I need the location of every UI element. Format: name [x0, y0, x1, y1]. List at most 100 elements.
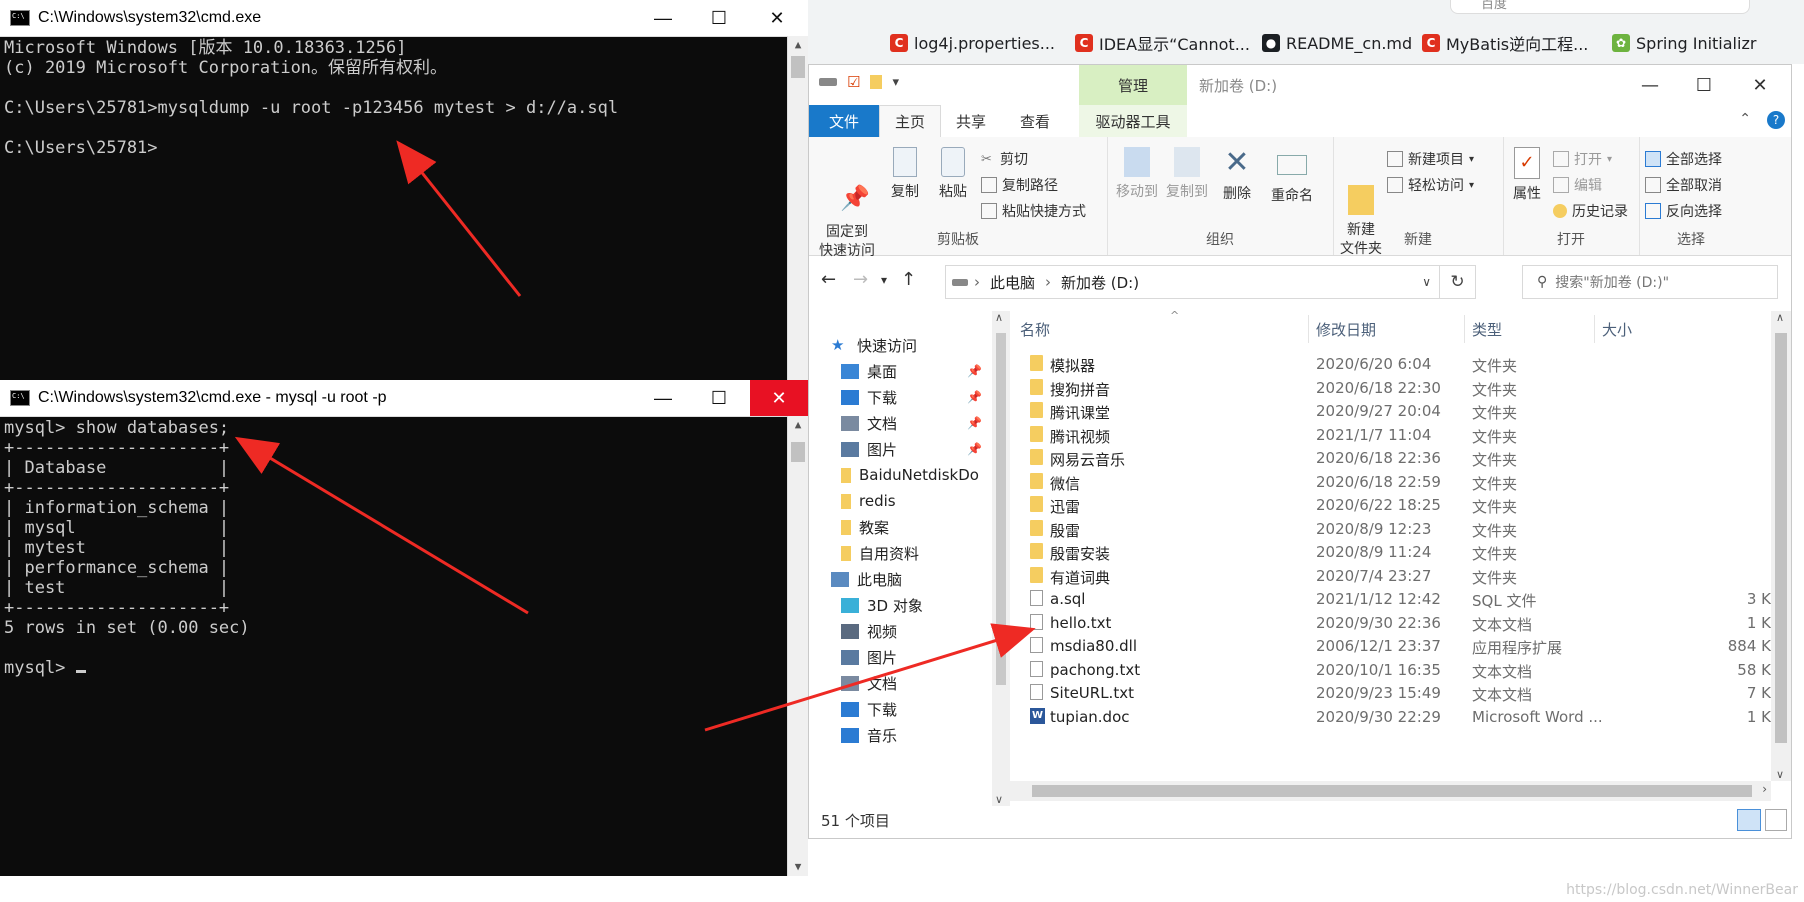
close-button[interactable]: ✕ — [748, 0, 806, 36]
new-item-button[interactable]: 新建项目 ▾ — [1387, 149, 1474, 169]
tab-home[interactable]: 主页 — [879, 105, 941, 137]
browser-search-box[interactable]: 百度 — [1450, 0, 1750, 14]
close-button[interactable]: ✕ — [1731, 67, 1789, 103]
documents-icon — [841, 675, 859, 691]
cmd-titlebar[interactable]: C:\Windows\system32\cmd.exe - mysql -u r… — [0, 380, 808, 417]
scroll-thumb[interactable] — [791, 56, 805, 78]
cmd-output[interactable]: mysql> show databases; +-----------------… — [0, 416, 788, 876]
cmd-window-mysqldump[interactable]: C:\Windows\system32\cmd.exe — ☐ ✕ Micros… — [0, 0, 808, 380]
nav-item[interactable]: 此电脑 — [809, 565, 992, 593]
back-arrow-icon[interactable]: ← — [821, 269, 836, 290]
nav-item[interactable]: 图片 📌 — [809, 435, 992, 463]
search-input[interactable]: ⚲ 搜索"新加卷 (D:)" — [1522, 265, 1778, 299]
move-to-button[interactable]: 移动到 — [1113, 147, 1161, 202]
nav-item[interactable]: 文档 — [809, 669, 992, 697]
copy-path-button[interactable]: 复制路径 — [981, 175, 1058, 195]
forward-arrow-icon[interactable]: → — [853, 269, 868, 290]
minimize-button[interactable]: — — [634, 380, 692, 416]
refresh-button[interactable]: ↻ — [1440, 265, 1476, 299]
details-view-icon[interactable] — [1737, 809, 1761, 831]
maximize-button[interactable]: ☐ — [690, 380, 748, 416]
nav-scrollbar[interactable]: ∧ ∨ — [992, 311, 1010, 806]
file-list[interactable]: 名称 ^ 修改日期 类型 大小 模拟器 2020/6/20 6:04 文件夹 搜狗拼音… — [1010, 311, 1791, 781]
nav-item[interactable]: 视频 — [809, 617, 992, 645]
nav-item[interactable]: 文档 📌 — [809, 409, 992, 437]
nav-item[interactable]: 教案 — [809, 513, 992, 541]
explorer-titlebar[interactable]: ☑ ▾ 管理 新加卷 (D:) — ☐ ✕ — [809, 65, 1791, 105]
large-icons-view-icon[interactable] — [1765, 809, 1787, 831]
nav-item[interactable]: 图片 — [809, 643, 992, 671]
close-button[interactable]: ✕ — [750, 380, 808, 416]
select-all-button[interactable]: 全部选择 — [1645, 149, 1722, 169]
scroll-thumb[interactable] — [791, 442, 805, 462]
nav-item[interactable]: 3D 对象 — [809, 591, 992, 619]
word-file-icon: W — [1030, 707, 1045, 724]
file-explorer-window[interactable]: ☑ ▾ 管理 新加卷 (D:) — ☐ ✕ 文件 主页 共享 查看 驱动器工具 … — [808, 64, 1792, 839]
maximize-button[interactable]: ☐ — [690, 0, 748, 36]
nav-item[interactable]: ★ 快速访问 — [809, 331, 992, 359]
file-list-scrollbar[interactable]: ∧ ∨ — [1771, 311, 1791, 781]
scroll-down-icon[interactable]: ▼ — [788, 858, 808, 876]
breadcrumb-this-pc[interactable]: 此电脑 — [990, 272, 1035, 293]
bookmark-item[interactable]: ● README_cn.md — [1262, 30, 1412, 56]
select-none-button[interactable]: 全部取消 — [1645, 175, 1722, 195]
tab-drive-tools[interactable]: 驱动器工具 — [1079, 105, 1187, 137]
scroll-up-icon[interactable]: ▲ — [788, 36, 808, 54]
column-header-size[interactable]: 大小 — [1602, 311, 1632, 347]
minimize-button[interactable]: — — [634, 0, 692, 36]
cmd-scrollbar[interactable]: ▲ ▼ — [787, 416, 808, 876]
bookmark-item[interactable]: Clog4j.properties... — [890, 30, 1055, 56]
address-dropdown-icon[interactable]: ∨ — [1422, 275, 1431, 289]
address-bar[interactable]: › 此电脑 › 新加卷 (D:) ∨ — [945, 265, 1440, 299]
navigation-pane[interactable]: ★ 快速访问 桌面 📌 下载 📌 文档 📌 图片 📌 BaiduNetdiskDo redis 教案 自用… — [809, 311, 992, 801]
copy-to-button[interactable]: 复制到 — [1163, 147, 1211, 202]
help-icon[interactable]: ? — [1767, 111, 1785, 129]
tab-file[interactable]: 文件 — [809, 105, 879, 137]
nav-item[interactable]: redis — [809, 487, 992, 515]
nav-item[interactable]: 音乐 — [809, 721, 992, 749]
nav-item[interactable]: 下载 📌 — [809, 383, 992, 411]
breadcrumb-drive[interactable]: 新加卷 (D:) — [1061, 272, 1139, 293]
column-header-name[interactable]: 名称 — [1020, 311, 1050, 347]
collapse-ribbon-icon[interactable]: ⌃ — [1739, 111, 1751, 127]
manage-tab[interactable]: 管理 — [1079, 65, 1187, 105]
cmd-output[interactable]: Microsoft Windows [版本 10.0.18363.1256] (c… — [0, 36, 788, 380]
cmd-window-mysql[interactable]: C:\Windows\system32\cmd.exe - mysql -u r… — [0, 380, 808, 876]
edit-button[interactable]: 编辑 — [1553, 175, 1602, 195]
customize-dropdown-icon[interactable]: ▾ — [892, 75, 899, 90]
tab-share[interactable]: 共享 — [941, 105, 1001, 137]
open-button[interactable]: 打开 ▾ — [1553, 149, 1612, 169]
scroll-up-icon[interactable]: ▲ — [788, 416, 808, 434]
bookmark-item[interactable]: C MyBatis逆向工程... — [1422, 30, 1588, 56]
maximize-button[interactable]: ☐ — [1675, 67, 1733, 103]
column-header-date[interactable]: 修改日期 — [1316, 311, 1376, 347]
minimize-button[interactable]: — — [1621, 67, 1679, 103]
file-row[interactable]: Wtupian.doc 2020/9/30 22:29 Microsoft Word… — [1010, 704, 1771, 731]
paste-shortcut-button[interactable]: 粘贴快捷方式 — [981, 201, 1086, 221]
cmd-titlebar[interactable]: C:\Windows\system32\cmd.exe — ☐ ✕ — [0, 0, 808, 37]
tab-view[interactable]: 查看 — [1005, 105, 1065, 137]
horizontal-scrollbar[interactable]: › — [1010, 781, 1771, 801]
rename-button[interactable]: 重命名 — [1263, 147, 1321, 206]
new-folder-icon[interactable] — [870, 75, 883, 89]
invert-selection-button[interactable]: 反向选择 — [1645, 201, 1722, 221]
properties-check-icon[interactable]: ☑ — [847, 73, 860, 91]
nav-item[interactable]: 自用资料 — [809, 539, 992, 567]
nav-item[interactable]: 桌面 📌 — [809, 357, 992, 385]
bookmark-item[interactable]: C IDEA显示“Cannot... — [1075, 30, 1250, 56]
copy-button[interactable]: 复制 — [885, 147, 925, 202]
up-arrow-icon[interactable]: ↑ — [901, 269, 916, 290]
easy-access-button[interactable]: 轻松访问 ▾ — [1387, 175, 1474, 195]
properties-button[interactable]: ✓ 属性 — [1507, 147, 1547, 204]
history-button[interactable]: 历史记录 — [1553, 201, 1628, 221]
recent-locations-icon[interactable]: ▾ — [881, 273, 887, 287]
paste-button[interactable]: 粘贴 — [933, 147, 973, 202]
nav-item[interactable]: BaiduNetdiskDo — [809, 461, 992, 489]
cmd-scrollbar[interactable]: ▲ — [787, 36, 808, 380]
column-header-type[interactable]: 类型 — [1472, 311, 1502, 347]
nav-item[interactable]: 下载 — [809, 695, 992, 723]
delete-button[interactable]: ✕ 删除 — [1217, 147, 1257, 204]
bookmark-item[interactable]: ✿ Spring Initializr — [1612, 30, 1756, 56]
cut-button[interactable]: ✂ 剪切 — [981, 149, 1028, 169]
